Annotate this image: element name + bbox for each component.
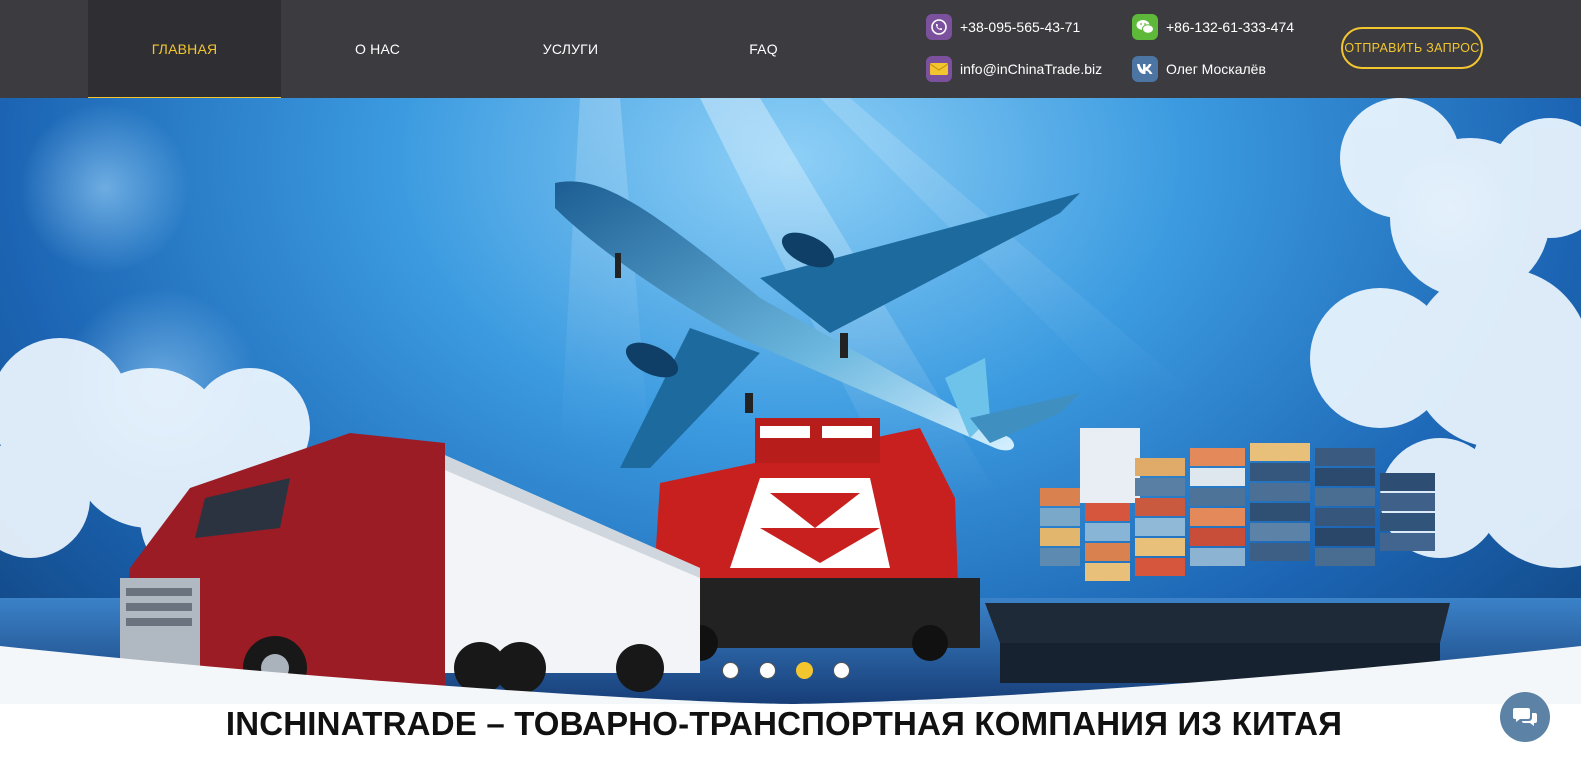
chat-widget-button[interactable] [1500, 692, 1550, 742]
hero-slider [0, 98, 1581, 704]
slider-dot-1[interactable] [722, 662, 739, 679]
nav-item-faq[interactable]: FAQ [667, 0, 860, 98]
nav-item-about[interactable]: О НАС [281, 0, 474, 98]
wechat-phone: +86-132-61-333-474 [1166, 19, 1295, 35]
contact-block: +38-095-565-43-71 +86-132-61-333-474 inf… [926, 14, 1326, 86]
wechat-contact[interactable]: +86-132-61-333-474 [1132, 14, 1294, 40]
slider-pagination [722, 662, 850, 679]
wechat-icon [1132, 14, 1158, 40]
slider-dot-3[interactable] [796, 662, 813, 679]
vk-name: Олег Москалёв [1166, 61, 1266, 77]
viber-icon [926, 14, 952, 40]
chat-icon [1513, 708, 1537, 726]
page-title: INCHINATRADE – ТОВАРНО-ТРАНСПОРТНАЯ КОМП… [225, 705, 1343, 742]
vk-icon [1132, 56, 1158, 82]
send-request-button[interactable]: ОТПРАВИТЬ ЗАПРОС [1341, 27, 1483, 69]
site-header: ГЛАВНАЯ О НАС УСЛУГИ FAQ +38-095-565-43-… [0, 0, 1581, 100]
slider-dot-2[interactable] [759, 662, 776, 679]
vk-contact[interactable]: Олег Москалёв [1132, 56, 1266, 82]
viber-contact[interactable]: +38-095-565-43-71 [926, 14, 1080, 40]
hero-image-transport [0, 98, 1581, 704]
slider-dot-4[interactable] [833, 662, 850, 679]
nav-item-services[interactable]: УСЛУГИ [474, 0, 667, 98]
email-contact[interactable]: info@inChinaTrade.biz [926, 56, 1102, 82]
viber-phone: +38-095-565-43-71 [960, 19, 1081, 35]
main-nav: ГЛАВНАЯ О НАС УСЛУГИ FAQ [88, 0, 860, 100]
email-address: info@inChinaTrade.biz [960, 61, 1103, 77]
mail-icon [926, 56, 952, 82]
nav-item-home[interactable]: ГЛАВНАЯ [88, 0, 281, 100]
